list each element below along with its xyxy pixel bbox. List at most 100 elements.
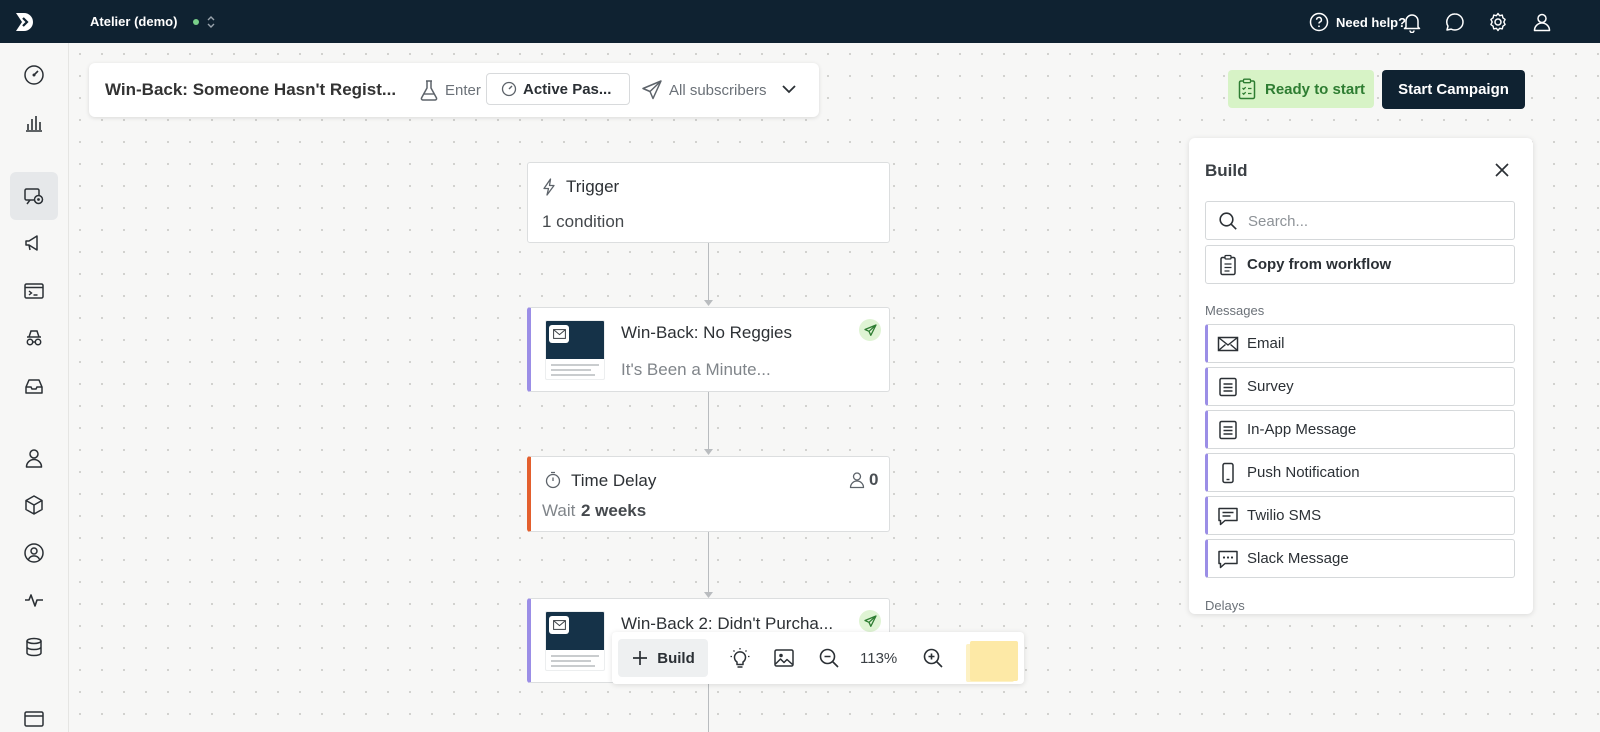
bar-chart-icon	[26, 116, 42, 132]
nav-broadcasts[interactable]	[10, 219, 58, 267]
gear-icon[interactable]	[1487, 11, 1509, 33]
campaign-header: Win-Back: Someone Hasn't Regist... Enter…	[89, 63, 819, 117]
panel-icon	[24, 711, 44, 727]
help-link[interactable]: Need help?	[1309, 11, 1406, 33]
delays-section-label: Delays	[1205, 598, 1245, 613]
nav-objects[interactable]	[10, 481, 58, 529]
nav-spy[interactable]	[10, 314, 58, 362]
image-icon[interactable]	[773, 647, 795, 669]
nav-people[interactable]	[10, 434, 58, 482]
arrow-down-icon	[704, 449, 713, 455]
build-item-email[interactable]: Email	[1205, 324, 1515, 363]
envelope-icon	[1217, 336, 1239, 351]
campaign-title[interactable]: Win-Back: Someone Hasn't Regist...	[105, 80, 396, 100]
nav-data[interactable]	[10, 623, 58, 671]
copy-from-workflow-button[interactable]: Copy from workflow	[1205, 245, 1515, 284]
lightning-icon	[543, 178, 555, 196]
nav-campaigns[interactable]	[10, 172, 58, 220]
build-item-label: Survey	[1247, 378, 1294, 395]
build-item-label: Twilio SMS	[1247, 507, 1322, 524]
delay-wait-prefix: Wait	[542, 501, 576, 520]
email-node-subject: It's Been a Minute...	[621, 360, 771, 379]
paper-plane-icon	[642, 80, 662, 100]
gauge-small-icon	[501, 81, 517, 97]
survey-icon	[1219, 377, 1237, 396]
start-campaign-button[interactable]: Start Campaign	[1382, 70, 1525, 109]
build-item-slack-message[interactable]: Slack Message	[1205, 539, 1515, 578]
build-search	[1205, 201, 1515, 240]
status-badge: Ready to start	[1228, 70, 1374, 108]
in-app-message-icon	[1219, 420, 1237, 439]
close-icon[interactable]	[1493, 161, 1511, 179]
delay-people-count: 0	[869, 470, 879, 489]
nav-accounts[interactable]	[10, 529, 58, 577]
help-circle-icon	[1309, 12, 1329, 32]
build-item-twilio-sms[interactable]: Twilio SMS	[1205, 496, 1515, 535]
sent-icon	[859, 319, 881, 341]
connector-line	[708, 392, 709, 452]
delay-title: Time Delay	[571, 471, 657, 490]
workspace-status-dot	[193, 19, 199, 25]
build-item-in-app-message[interactable]: In-App Message	[1205, 410, 1515, 449]
canvas-toolbar: Build 113%	[612, 632, 1024, 684]
time-delay-node[interactable]: Time Delay 0 Wait 2 weeks	[527, 456, 890, 532]
delay-wait-value: 2 weeks	[581, 501, 647, 520]
person-icon	[25, 449, 43, 468]
help-label: Need help?	[1336, 14, 1407, 30]
nav-activity[interactable]	[10, 576, 58, 624]
sms-bubble-icon	[1218, 507, 1238, 525]
trigger-node[interactable]: Trigger 1 condition	[527, 162, 890, 243]
stopwatch-icon	[545, 471, 561, 489]
build-panel-title: Build	[1205, 161, 1248, 180]
nav-inbox[interactable]	[10, 362, 58, 410]
arrow-down-icon	[704, 300, 713, 306]
lightbulb-icon[interactable]	[729, 647, 751, 669]
build-item-push-notification[interactable]: Push Notification	[1205, 453, 1515, 492]
mobile-phone-icon	[1222, 462, 1234, 483]
nav-dashboard[interactable]	[10, 51, 58, 99]
enter-label: Enter	[445, 82, 481, 99]
connector-line	[708, 532, 709, 594]
flask-icon	[420, 80, 438, 101]
nav-analytics[interactable]	[10, 99, 58, 147]
bell-icon[interactable]	[1401, 11, 1423, 33]
campaigns-icon	[24, 188, 44, 205]
email-thumbnail	[545, 320, 605, 380]
slack-bubble-icon	[1218, 550, 1238, 568]
build-search-input[interactable]	[1248, 210, 1498, 232]
envelope-icon	[552, 329, 566, 339]
zoom-out-icon[interactable]	[818, 647, 840, 669]
workspace-name[interactable]: Atelier (demo)	[90, 14, 177, 29]
account-circle-icon	[24, 543, 44, 563]
plus-icon	[633, 651, 648, 665]
megaphone-icon	[25, 235, 38, 251]
email-node[interactable]: Win-Back: No Reggies It's Been a Minute.…	[527, 307, 890, 392]
build-item-label: In-App Message	[1247, 421, 1357, 438]
gauge-icon	[24, 65, 44, 85]
subscribers-filter[interactable]: All subscribers	[669, 82, 767, 99]
email-thumbnail	[545, 611, 605, 671]
database-icon	[26, 637, 42, 657]
workspace-switcher-icon[interactable]	[205, 13, 217, 31]
terminal-icon	[24, 283, 44, 299]
sticky-note-button[interactable]	[970, 641, 1018, 681]
top-bar: Atelier (demo) Need help?	[0, 0, 1600, 43]
search-icon	[1219, 212, 1237, 230]
audience-filter-button[interactable]: Active Pas...	[486, 73, 630, 105]
chevron-down-icon[interactable]	[781, 83, 797, 95]
app-logo-icon[interactable]	[14, 10, 38, 34]
chat-icon[interactable]	[1444, 11, 1466, 33]
incognito-icon	[26, 330, 42, 346]
user-icon[interactable]	[1531, 11, 1553, 33]
build-item-label: Email	[1247, 335, 1285, 352]
build-button-label: Build	[657, 649, 695, 667]
email-node-title: Win-Back: No Reggies	[621, 323, 793, 342]
connector-line	[708, 243, 709, 303]
build-button[interactable]: Build	[618, 639, 708, 677]
build-item-survey[interactable]: Survey	[1205, 367, 1515, 406]
nav-more[interactable]	[10, 689, 58, 732]
zoom-in-icon[interactable]	[922, 647, 944, 669]
pulse-icon	[25, 594, 43, 607]
nav-transactional[interactable]	[10, 267, 58, 315]
checklist-icon	[1238, 78, 1256, 100]
